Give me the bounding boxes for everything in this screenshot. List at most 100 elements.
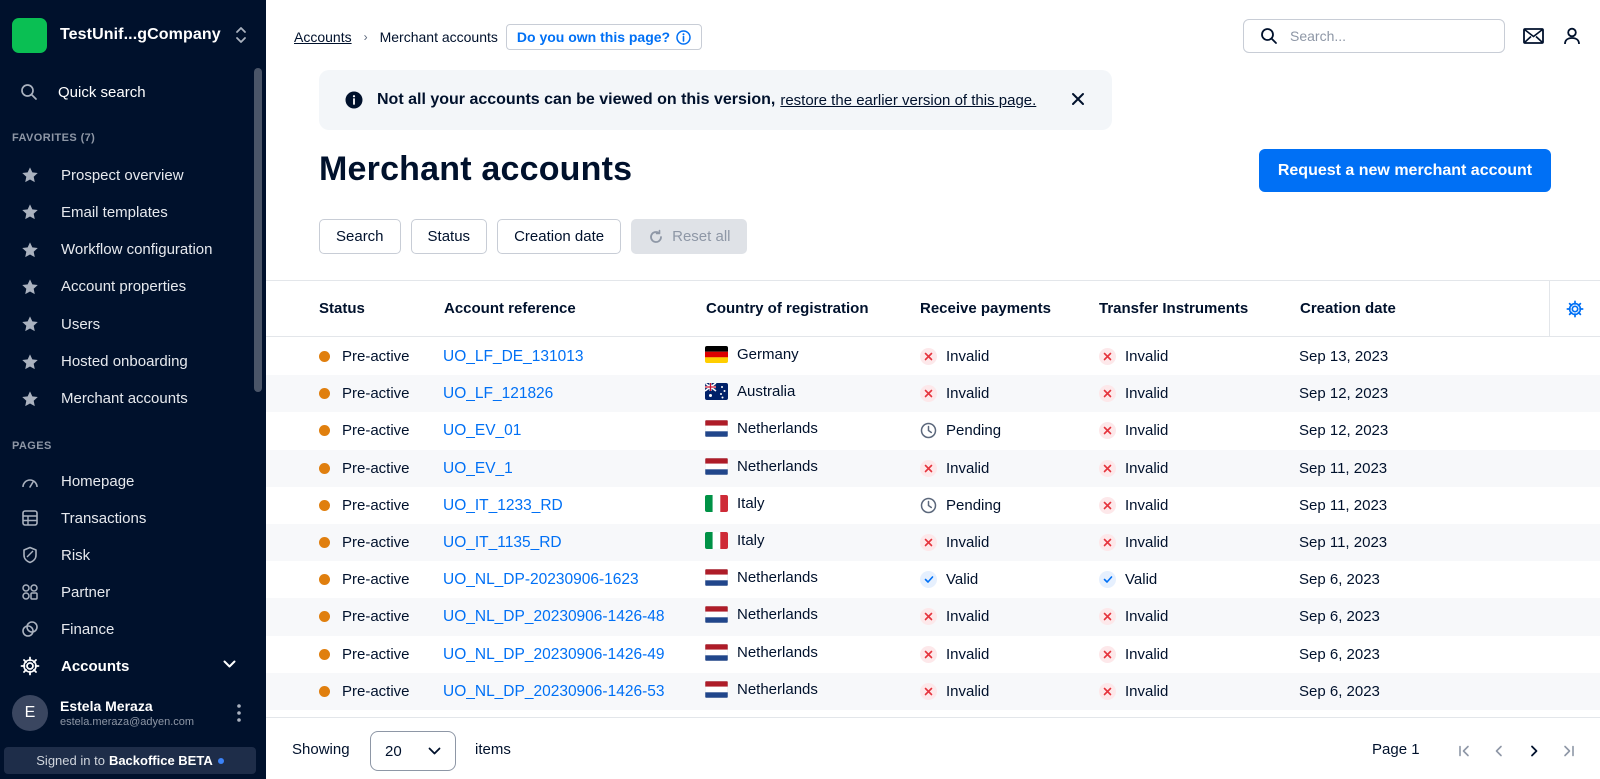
check-icon (1099, 571, 1116, 589)
invalid-icon (1099, 682, 1116, 700)
signed-in-product: Backoffice BETA (108, 753, 213, 768)
transfer-instruments-cell: Invalid (1099, 459, 1168, 477)
receive-payments-status: Pending (946, 496, 1002, 514)
sidebar-item-risk[interactable]: Risk (12, 538, 254, 572)
signed-in-badge: Signed in to Backoffice BETA (4, 747, 256, 774)
page-size-select[interactable]: 20 (370, 731, 456, 771)
flag-nl-icon (705, 569, 728, 587)
reset-all-button[interactable]: Reset all (631, 219, 748, 254)
own-page-button[interactable]: Do you own this page? (505, 24, 703, 50)
invalid-icon (1099, 385, 1116, 403)
sidebar-favorite-item[interactable]: Merchant accounts (12, 382, 254, 416)
transfer-instruments-cell: Invalid (1099, 385, 1168, 403)
sidebar-scrollbar[interactable] (254, 68, 262, 392)
check-icon (920, 571, 937, 589)
flag-nl-icon (705, 643, 728, 661)
creation-date-cell: Sep 12, 2023 (1299, 385, 1388, 402)
account-reference-link[interactable]: UO_EV_01 (443, 422, 521, 440)
account-reference-link[interactable]: UO_LF_DE_131013 (443, 348, 583, 366)
status-filter-button[interactable]: Status (410, 219, 488, 254)
breadcrumb: Accounts › Merchant accounts Do you own … (294, 24, 703, 50)
sidebar-favorite-item[interactable]: Workflow configuration (12, 233, 254, 267)
next-page-icon[interactable] (1525, 742, 1543, 760)
account-reference-link[interactable]: UO_NL_DP_20230906-1426-53 (443, 683, 664, 701)
breadcrumb-accounts-link[interactable]: Accounts (294, 29, 352, 45)
last-page-icon[interactable] (1560, 742, 1578, 760)
column-header-transfer-instruments[interactable]: Transfer Instruments (1099, 300, 1248, 317)
column-header-country[interactable]: Country of registration (706, 300, 869, 317)
user-icon[interactable] (1560, 24, 1584, 48)
beta-dot (217, 757, 224, 764)
country-cell: Netherlands (705, 457, 818, 475)
transfer-instruments-status: Invalid (1125, 348, 1169, 365)
creation-date-filter-button[interactable]: Creation date (497, 219, 622, 254)
table-row[interactable]: Pre-active UO_EV_1 Netherlands Invalid Inval… (266, 449, 1600, 487)
transfer-instruments-status: Valid (1125, 571, 1158, 589)
sidebar-item-accounts[interactable]: Accounts (12, 649, 254, 683)
sidebar-item-homepage[interactable]: Homepage (12, 464, 254, 498)
sidebar-favorite-item[interactable]: Email templates (12, 195, 254, 229)
status-text: Pre-active (342, 348, 410, 365)
country-cell: Netherlands (705, 569, 818, 587)
account-reference-link[interactable]: UO_LF_121826 (443, 385, 553, 403)
table-row[interactable]: Pre-active UO_IT_1233_RD Italy Pending Inval… (266, 487, 1600, 524)
sidebar-favorite-item[interactable]: Users (12, 307, 254, 341)
country-name: Germany (737, 346, 799, 363)
country-name: Netherlands (737, 420, 818, 438)
close-icon[interactable] (1071, 92, 1085, 106)
sidebar-favorite-item[interactable]: Prospect overview (12, 158, 254, 192)
transfer-instruments-status: Invalid (1125, 682, 1169, 700)
column-header-status[interactable]: Status (319, 300, 365, 317)
receive-payments-status: Invalid (946, 608, 990, 626)
global-search[interactable] (1243, 19, 1505, 53)
account-reference-link[interactable]: UO_NL_DP-20230906-1623 (443, 571, 639, 589)
status-cell: Pre-active (319, 460, 410, 477)
star-icon (20, 314, 40, 334)
column-header-receive-payments[interactable]: Receive payments (920, 300, 1051, 317)
request-merchant-account-button[interactable]: Request a new merchant account (1259, 149, 1551, 192)
restore-version-link[interactable]: restore the earlier version of this page… (780, 92, 1036, 109)
table-body: Pre-active UO_LF_DE_131013 Germany Invalid I… (266, 338, 1600, 710)
first-page-icon[interactable] (1455, 742, 1473, 760)
quick-search[interactable]: Quick search (12, 76, 254, 108)
flag-nl-icon (705, 420, 728, 438)
sidebar-item-label: Users (61, 315, 101, 333)
account-reference-link[interactable]: UO_NL_DP_20230906-1426-48 (443, 608, 664, 626)
search-filter-button[interactable]: Search (319, 219, 401, 254)
mail-icon[interactable] (1521, 24, 1545, 48)
more-vertical-icon[interactable] (236, 703, 242, 723)
invalid-icon (920, 348, 937, 365)
table-row[interactable]: Pre-active UO_NL_DP-20230906-1623 Netherla… (266, 561, 1600, 598)
table-row[interactable]: Pre-active UO_LF_121826 Australia Invalid In… (266, 375, 1600, 413)
table-row[interactable]: Pre-active UO_IT_1135_RD Italy Invalid Inval… (266, 523, 1600, 562)
table-settings-button[interactable] (1549, 281, 1600, 336)
table-row[interactable]: Pre-active UO_NL_DP_20230906-1426-48 Nethe… (266, 598, 1600, 636)
account-reference-link[interactable]: UO_IT_1233_RD (443, 497, 563, 515)
column-header-account-reference[interactable]: Account reference (444, 300, 576, 317)
account-reference-link[interactable]: UO_NL_DP_20230906-1426-49 (443, 646, 664, 664)
previous-page-icon[interactable] (1490, 742, 1508, 760)
table-row[interactable]: Pre-active UO_LF_DE_131013 Germany Invalid I… (266, 338, 1600, 375)
sidebar-item-finance[interactable]: Finance (12, 612, 254, 646)
company-switcher[interactable]: TestUnif...gCompany (12, 17, 254, 53)
user-profile[interactable]: E Estela Meraza estela.meraza@adyen.com (12, 694, 254, 732)
creation-date-cell: Sep 11, 2023 (1299, 497, 1387, 514)
partner-icon (20, 582, 40, 602)
flag-it-icon (705, 494, 728, 512)
sidebar-item-label: Transactions (61, 509, 147, 527)
sidebar-item-label: Account properties (61, 278, 187, 296)
creation-date-text: Sep 12, 2023 (1299, 422, 1389, 440)
account-reference-link[interactable]: UO_EV_1 (443, 460, 513, 478)
table-row[interactable]: Pre-active UO_NL_DP_20230906-1426-49 Nethe… (266, 636, 1600, 673)
star-icon (20, 202, 40, 222)
account-reference-link[interactable]: UO_IT_1135_RD (443, 534, 562, 552)
table-row[interactable]: Pre-active UO_NL_DP_20230906-1426-53 Nethe… (266, 672, 1600, 710)
sidebar-favorite-item[interactable]: Hosted onboarding (12, 345, 254, 379)
column-header-creation-date[interactable]: Creation date (1300, 300, 1396, 317)
sidebar-favorite-item[interactable]: Account properties (12, 270, 254, 304)
search-input[interactable] (1290, 28, 1490, 44)
table-row[interactable]: Pre-active UO_EV_01 Netherlands Pending Inva… (266, 412, 1600, 449)
transfer-instruments-cell: Valid (1099, 571, 1158, 589)
sidebar-item-transactions[interactable]: Transactions (12, 501, 254, 535)
sidebar-item-partner[interactable]: Partner (12, 575, 254, 609)
